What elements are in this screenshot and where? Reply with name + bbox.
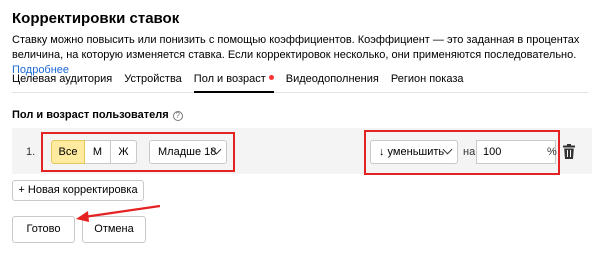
bid-adjustments-panel: Корректировки ставок Ставку можно повыси… — [0, 0, 600, 261]
annotation-arrow — [76, 204, 161, 222]
